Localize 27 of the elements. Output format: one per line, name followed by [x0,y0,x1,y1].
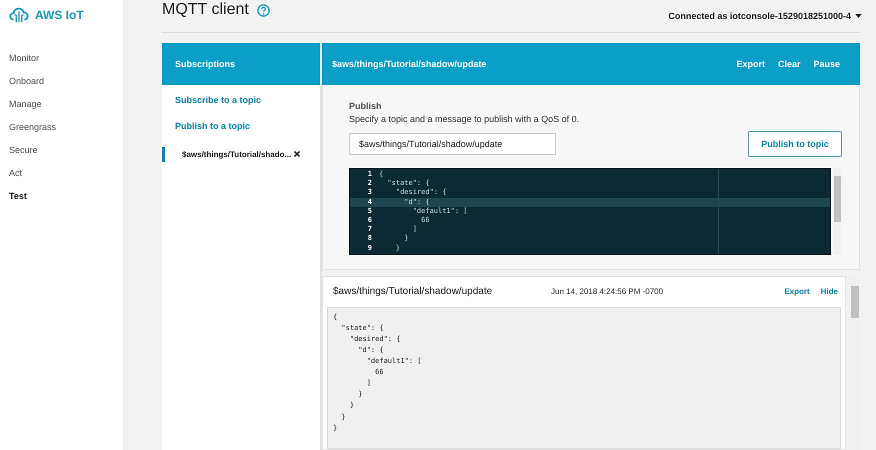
section-heading: Publish [349,101,383,111]
circuit-cloud-icon [8,6,30,24]
description: Specify a topic and a message to publish with a QoS of 0. [349,114,580,124]
nav-item[interactable]: Onboard [0,74,123,88]
link[interactable]: Hide [820,287,838,296]
logo-text: AWS IoT [35,8,84,22]
connection-dropdown[interactable]: Connected as iotconsole-1529018251000-4 [668,11,862,21]
message-topic: $aws/things/Tutorial/shadow/update [333,286,494,298]
timestamp: Jun 14, 2018 4:24:56 PM -0700 [551,287,664,296]
link[interactable]: Export [784,287,810,296]
page-title: MQTT client [162,1,249,19]
close-icon[interactable] [294,151,300,157]
nav-item[interactable]: Manage [0,97,123,111]
caret-icon [855,14,862,18]
publish-button[interactable]: Publish to topic [748,131,842,157]
topic-title: $aws/things/Tutorial/shadow/update [332,59,486,69]
help-icon[interactable] [256,4,270,16]
scrollbar[interactable] [833,168,842,255]
nav-item[interactable]: Greengrass [0,120,123,134]
nav-item[interactable]: Secure [0,143,123,157]
nav-item[interactable]: Act [0,166,123,180]
nav-item[interactable]: Monitor [0,51,123,65]
input-field[interactable]: $aws/things/Tutorial/shadow/update [349,133,556,155]
nav-item[interactable]: Test [0,189,123,203]
link[interactable]: Publish to a topic [175,121,307,131]
link[interactable]: Subscribe to a topic [175,95,307,105]
panel-header: Subscriptions [162,43,320,85]
